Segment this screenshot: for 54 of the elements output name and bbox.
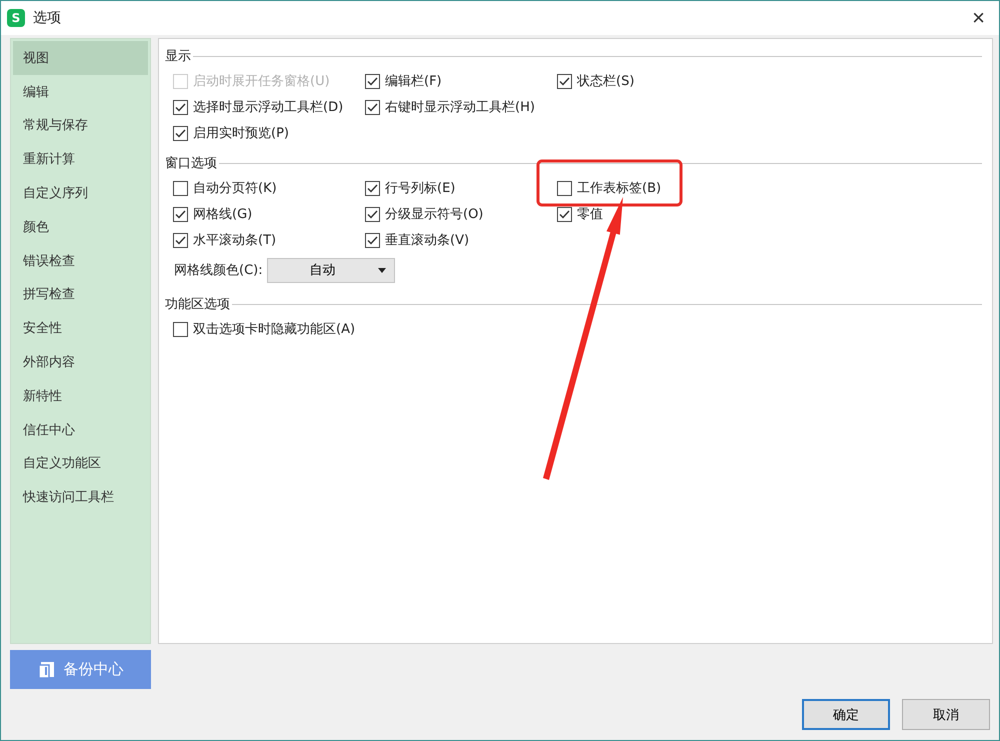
- sidebar-item[interactable]: 安全性: [13, 311, 148, 346]
- checkbox-option[interactable]: 分级显示符号(O): [365, 205, 557, 223]
- checkbox[interactable]: [365, 232, 380, 248]
- sidebar-item[interactable]: 外部内容: [13, 345, 148, 379]
- checkbox-option[interactable]: 选择时显示浮动工具栏(D): [173, 98, 365, 116]
- sidebar-item[interactable]: 信任中心: [13, 412, 148, 447]
- checkbox[interactable]: [173, 180, 188, 196]
- checkbox-option[interactable]: 双击选项卡时隐藏功能区(A): [173, 320, 365, 338]
- checkbox-option[interactable]: 垂直滚动条(V): [365, 231, 557, 249]
- checkbox-option[interactable]: 工作表标签(B): [557, 179, 749, 197]
- sidebar-item[interactable]: 颜色: [13, 210, 148, 244]
- close-button[interactable]: ×: [966, 7, 991, 29]
- checkbox-option[interactable]: 编辑栏(F): [365, 72, 557, 90]
- checkbox[interactable]: [173, 232, 188, 248]
- app-logo: S: [7, 9, 25, 27]
- sidebar-item[interactable]: 视图: [13, 41, 148, 75]
- sidebar-item[interactable]: 拼写检查: [13, 278, 148, 312]
- section-title: 显示: [165, 48, 192, 65]
- checkbox[interactable]: [365, 206, 380, 222]
- checkbox-option[interactable]: 自动分页符(K): [173, 179, 365, 197]
- gridline-color-label: 网格线颜色(C):: [174, 262, 263, 279]
- sidebar-item[interactable]: 自定义功能区: [13, 446, 148, 480]
- checkbox[interactable]: [557, 180, 572, 196]
- checkbox[interactable]: [557, 206, 572, 222]
- checkbox-option[interactable]: 状态栏(S): [557, 72, 749, 90]
- checkbox-option[interactable]: 水平滚动条(T): [173, 231, 365, 249]
- checkbox-option[interactable]: 行号列标(E): [365, 179, 557, 197]
- section-title: 功能区选项: [165, 296, 231, 313]
- checkbox-option[interactable]: 启用实时预览(P): [173, 124, 365, 142]
- sidebar-item[interactable]: 自定义序列: [13, 176, 148, 210]
- checkbox-option[interactable]: 零值: [557, 205, 749, 223]
- checkbox[interactable]: [365, 180, 380, 196]
- sidebar-item[interactable]: 新特性: [13, 378, 148, 413]
- checkbox[interactable]: [365, 100, 380, 114]
- checkbox-option[interactable]: 网格线(G): [173, 205, 365, 223]
- checkbox[interactable]: [173, 206, 188, 222]
- sidebar-item[interactable]: 常规与保存: [13, 108, 148, 142]
- checkbox-option[interactable]: 右键时显示浮动工具栏(H): [365, 98, 557, 116]
- checkbox[interactable]: [173, 100, 188, 114]
- checkbox[interactable]: [173, 126, 188, 140]
- caret-icon: [378, 268, 386, 272]
- sidebar-item[interactable]: 快速访问工具栏: [13, 480, 148, 514]
- checkbox[interactable]: [557, 74, 572, 88]
- section-title: 窗口选项: [165, 155, 218, 172]
- sidebar-item[interactable]: 重新计算: [13, 142, 148, 176]
- document-icon: [38, 660, 56, 678]
- window-title: 选项: [33, 9, 61, 27]
- sidebar-item[interactable]: 编辑: [13, 74, 148, 109]
- sidebar-item[interactable]: 错误检查: [13, 244, 148, 278]
- gridline-color-dropdown[interactable]: 自动: [266, 258, 395, 282]
- checkbox[interactable]: [173, 322, 188, 336]
- cancel-button[interactable]: 取消: [902, 699, 990, 730]
- ok-button[interactable]: 确定: [802, 699, 890, 730]
- checkbox[interactable]: [365, 74, 380, 88]
